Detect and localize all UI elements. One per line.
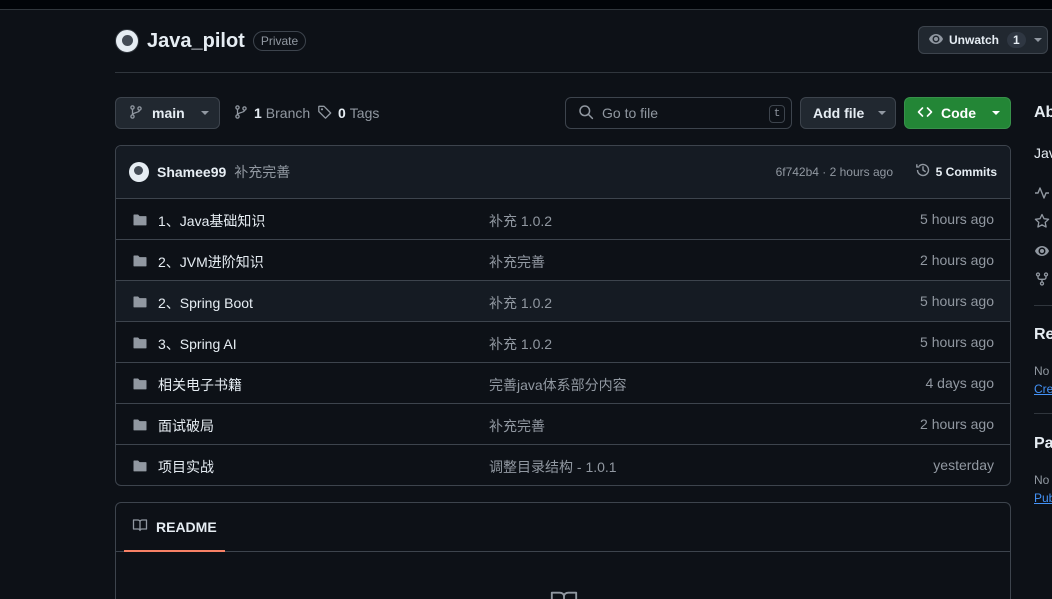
code-icon	[917, 104, 933, 123]
keyboard-shortcut-hint: t	[769, 105, 785, 123]
file-commit-message[interactable]: 补充 1.0.2	[489, 334, 552, 354]
folder-icon	[132, 294, 148, 313]
search-input[interactable]	[602, 105, 752, 121]
activity-icon[interactable]	[1034, 185, 1050, 204]
packages-empty-text: No	[1034, 473, 1050, 487]
branch-name: main	[152, 105, 185, 121]
about-heading: Ab	[1034, 104, 1052, 121]
file-name[interactable]: 2、Spring Boot	[158, 293, 253, 313]
branches-count: 1	[254, 105, 262, 121]
code-label: Code	[941, 105, 976, 121]
visibility-badge: Private	[252, 31, 307, 51]
folder-icon	[132, 376, 148, 395]
eye-icon	[928, 31, 944, 50]
file-row[interactable]: 2、JVM进阶知识 补充完善 2 hours ago	[116, 240, 1010, 281]
author-avatar[interactable]	[129, 162, 149, 182]
readme-panel: README	[115, 502, 1011, 599]
branch-selector[interactable]: main	[115, 97, 220, 129]
file-row[interactable]: 项目实战 调整目录结构 - 1.0.1 yesterday	[116, 445, 1010, 485]
book-icon	[547, 587, 581, 599]
fork-icon[interactable]	[1034, 271, 1050, 290]
unwatch-label: Unwatch	[949, 33, 1000, 47]
commits-count: 5 Commits	[935, 164, 997, 179]
latest-commit-bar: Shamee99 补充完善 6f742b4 · 2 hours ago 5 Co…	[116, 146, 1010, 199]
go-to-file-search[interactable]: t	[565, 97, 792, 129]
file-table: Shamee99 补充完善 6f742b4 · 2 hours ago 5 Co…	[115, 145, 1011, 486]
star-icon[interactable]	[1034, 213, 1050, 232]
sidebar-divider	[1034, 305, 1052, 306]
file-name[interactable]: 3、Spring AI	[158, 334, 237, 354]
top-nav-edge	[0, 0, 1052, 10]
file-commit-date: yesterday	[933, 457, 994, 473]
file-name[interactable]: 相关电子书籍	[158, 375, 242, 395]
file-commit-date: 5 hours ago	[920, 293, 994, 309]
branches-link[interactable]: 1 Branch	[233, 97, 310, 129]
readme-tab[interactable]: README	[124, 503, 225, 552]
file-commit-message[interactable]: 补充完善	[489, 252, 545, 272]
eye-icon[interactable]	[1034, 243, 1050, 262]
file-commit-date: 5 hours ago	[920, 334, 994, 350]
tags-label: Tags	[349, 105, 380, 121]
about-description: Jav	[1034, 145, 1052, 161]
code-button[interactable]: Code	[904, 97, 1011, 129]
unwatch-button[interactable]: Unwatch 1	[918, 26, 1048, 54]
folder-icon	[132, 212, 148, 231]
folder-icon	[132, 335, 148, 354]
chevron-down-icon	[200, 111, 209, 115]
file-commit-message[interactable]: 补充完善	[489, 416, 545, 436]
file-name[interactable]: 项目实战	[158, 457, 214, 477]
book-icon	[132, 517, 148, 536]
file-row[interactable]: 2、Spring Boot 补充 1.0.2 5 hours ago	[116, 281, 1010, 322]
file-commit-date: 5 hours ago	[920, 211, 994, 227]
header-divider	[115, 72, 1052, 73]
sidebar-divider	[1034, 413, 1052, 414]
search-icon	[578, 104, 594, 123]
publish-package-link[interactable]: Pub	[1034, 491, 1052, 505]
chevron-down-icon	[992, 111, 1000, 115]
file-commit-date: 2 hours ago	[920, 252, 994, 268]
tag-icon	[317, 104, 333, 123]
chevron-down-icon	[1033, 38, 1042, 42]
chevron-down-icon	[878, 111, 887, 115]
file-commit-message[interactable]: 补充 1.0.2	[489, 293, 552, 313]
file-commit-date: 4 days ago	[925, 375, 995, 391]
file-commit-message[interactable]: 补充 1.0.2	[489, 211, 552, 231]
folder-icon	[132, 417, 148, 436]
add-file-button[interactable]: Add file	[800, 97, 896, 129]
file-name[interactable]: 面试破局	[158, 416, 214, 436]
add-file-label: Add file	[813, 105, 865, 121]
repo-header: Java_pilot Private	[115, 28, 307, 54]
commit-author[interactable]: Shamee99	[157, 164, 226, 180]
commit-message[interactable]: 补充完善	[234, 162, 290, 182]
readme-tab-label: README	[156, 518, 217, 535]
folder-icon	[132, 458, 148, 477]
packages-heading[interactable]: Pa	[1034, 435, 1052, 453]
tags-link[interactable]: 0 Tags	[317, 97, 379, 129]
branches-label: Branch	[265, 105, 311, 121]
repo-name[interactable]: Java_pilot	[147, 30, 245, 53]
file-commit-date: 2 hours ago	[920, 416, 994, 432]
file-row[interactable]: 3、Spring AI 补充 1.0.2 5 hours ago	[116, 322, 1010, 363]
folder-icon	[132, 253, 148, 272]
releases-heading[interactable]: Re	[1034, 326, 1052, 344]
file-row[interactable]: 1、Java基础知识 补充 1.0.2 5 hours ago	[116, 199, 1010, 240]
create-release-link[interactable]: Cre	[1034, 382, 1052, 396]
file-row[interactable]: 面试破局 补充完善 2 hours ago	[116, 404, 1010, 445]
releases-empty-text: No	[1034, 364, 1050, 378]
file-commit-message[interactable]: 完善java体系部分内容	[489, 375, 627, 395]
git-branch-icon	[128, 104, 144, 123]
file-name[interactable]: 2、JVM进阶知识	[158, 252, 264, 272]
file-name[interactable]: 1、Java基础知识	[158, 211, 265, 231]
readme-header: README	[116, 503, 1010, 552]
file-commit-message[interactable]: 调整目录结构 - 1.0.1	[489, 457, 617, 477]
history-icon	[915, 162, 931, 181]
tags-count: 0	[338, 105, 346, 121]
commits-link[interactable]: 5 Commits	[915, 162, 997, 181]
git-branch-icon	[233, 104, 249, 123]
watch-count: 1	[1007, 32, 1026, 48]
owner-avatar[interactable]	[115, 29, 139, 53]
commit-hash-time[interactable]: 6f742b4 · 2 hours ago	[776, 165, 893, 179]
file-row[interactable]: 相关电子书籍 完善java体系部分内容 4 days ago	[116, 363, 1010, 404]
